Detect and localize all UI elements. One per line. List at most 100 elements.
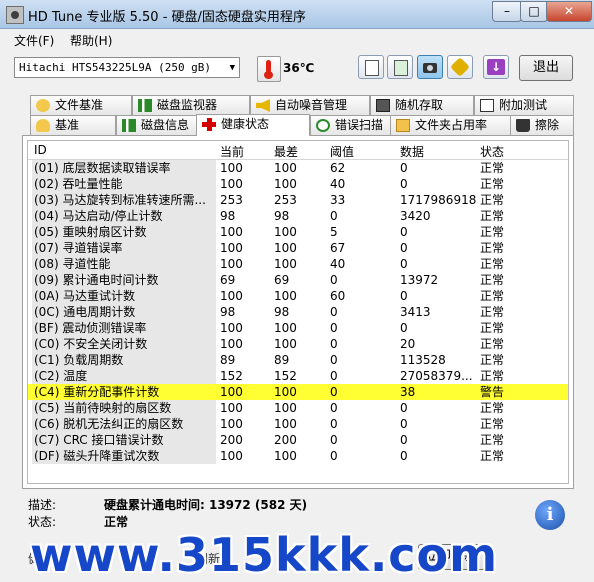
row-current: 100: [220, 337, 243, 351]
save-button[interactable]: ↓: [483, 55, 509, 79]
close-button[interactable]: ✕: [546, 1, 592, 22]
chevron-down-icon: ▼: [229, 63, 235, 73]
row-name: (07) 寻道错误率: [32, 240, 216, 256]
minimize-button[interactable]: –: [492, 1, 522, 22]
tab-health[interactable]: 健康状态: [196, 114, 310, 136]
col-status[interactable]: 状态: [480, 143, 504, 160]
row-name: (0C) 通电周期计数: [32, 304, 216, 320]
maximize-button[interactable]: □: [520, 1, 548, 22]
table-row[interactable]: (C6) 脱机无法纠正的扇区数 100 100 0 0 正常: [28, 416, 568, 432]
row-data: 0: [400, 161, 408, 175]
drive-select[interactable]: Hitachi HTS543225L9A (250 gB) ▼: [14, 57, 240, 78]
table-row[interactable]: (C1) 负载周期数 89 89 0 113528 正常: [28, 352, 568, 368]
row-data: 3413: [400, 305, 431, 319]
table-row[interactable]: (C4) 重新分配事件计数 100 100 0 38 警告: [28, 384, 568, 400]
row-status: 正常: [480, 449, 505, 463]
row-name: (BF) 震动侦测错误率: [32, 320, 216, 336]
row-name: (09) 累计通电时间计数: [32, 272, 216, 288]
row-status: 正常: [480, 369, 505, 383]
row-worst: 100: [274, 161, 297, 175]
row-data: 0: [400, 257, 408, 271]
speaker-icon: [256, 99, 270, 112]
row-threshold: 0: [330, 321, 338, 335]
copy-icon: [365, 60, 379, 76]
tab-extra-tests[interactable]: 附加测试: [474, 95, 574, 115]
menu-help[interactable]: 帮助(H): [70, 32, 112, 49]
options-button[interactable]: [447, 55, 473, 79]
row-name: (DF) 磁头升降重试次数: [32, 448, 216, 464]
table-row[interactable]: (0C) 通电周期计数 98 98 0 3413 正常: [28, 304, 568, 320]
row-threshold: 0: [330, 401, 338, 415]
row-worst: 200: [274, 433, 297, 447]
row-current: 100: [220, 321, 243, 335]
row-worst: 100: [274, 321, 297, 335]
row-worst: 69: [274, 273, 290, 287]
row-name: (C4) 重新分配事件计数: [34, 385, 160, 399]
row-worst: 152: [274, 369, 297, 383]
row-name: (C5) 当前待映射的扇区数: [32, 400, 216, 416]
table-row[interactable]: (0A) 马达重试计数 100 100 60 0 正常: [28, 288, 568, 304]
copy-button[interactable]: [358, 55, 384, 79]
tabs-bottom-row: 基准 磁盘信息 健康状态 错误扫描 文件夹占用率 擦除: [22, 114, 574, 136]
table-row[interactable]: (C2) 温度 152 152 0 27058379... 正常: [28, 368, 568, 384]
row-threshold: 0: [330, 305, 338, 319]
tab-file-benchmark[interactable]: 文件基准: [30, 95, 132, 115]
table-row[interactable]: (DF) 磁头升降重试次数 100 100 0 0 正常: [28, 448, 568, 464]
row-status: 正常: [480, 161, 505, 175]
table-row[interactable]: (07) 寻道错误率 100 100 67 0 正常: [28, 240, 568, 256]
row-name: (02) 吞吐量性能: [32, 176, 216, 192]
table-row[interactable]: (03) 马达旋转到标准转速所需... 253 253 33 17179869184 正常: [28, 192, 568, 208]
tab-benchmark[interactable]: 基准: [30, 115, 116, 135]
menu-file[interactable]: 文件(F): [14, 32, 54, 49]
row-name: (0A) 马达重试计数: [32, 288, 216, 304]
col-id[interactable]: ID: [34, 143, 47, 157]
info-icon[interactable]: i: [535, 500, 565, 530]
row-threshold: 0: [330, 369, 338, 383]
table-row[interactable]: (08) 寻道性能 100 100 40 0 正常: [28, 256, 568, 272]
row-status: 正常: [480, 305, 505, 319]
row-threshold: 40: [330, 257, 346, 271]
health-cross-icon: [202, 118, 216, 131]
row-current: 100: [220, 385, 243, 399]
table-row[interactable]: (09) 累计通电时间计数 69 69 0 13972 正常: [28, 272, 568, 288]
screenshot-button[interactable]: [417, 55, 443, 79]
tab-disk-monitor[interactable]: 磁盘监视器: [132, 95, 250, 115]
row-status: 正常: [480, 257, 505, 271]
table-row[interactable]: (BF) 震动侦测错误率 100 100 0 0 正常: [28, 320, 568, 336]
row-current: 100: [220, 449, 243, 463]
table-row[interactable]: (01) 底层数据读取错误率 100 100 62 0 正常: [28, 160, 568, 176]
smart-table: ID 当前 最差 阈值 数据 状态 (01) 底层数据读取错误率 100 100 62…: [27, 140, 569, 484]
tab-random-access[interactable]: 随机存取: [370, 95, 474, 115]
tab-noise-management[interactable]: 自动噪音管理: [250, 95, 370, 115]
description-value: 硬盘累计通电时间: 13972 (582 天): [104, 498, 308, 512]
col-worst[interactable]: 最差: [274, 143, 298, 160]
row-current: 100: [220, 257, 243, 271]
drive-select-value: Hitachi HTS543225L9A (250 gB): [19, 61, 212, 74]
copy-all-button[interactable]: [387, 55, 413, 79]
row-status: 正常: [480, 353, 505, 367]
table-row[interactable]: (05) 重映射扇区计数 100 100 5 0 正常: [28, 224, 568, 240]
col-current[interactable]: 当前: [220, 143, 244, 160]
table-row[interactable]: (C7) CRC 接口错误计数 200 200 0 0 正常: [28, 432, 568, 448]
table-row[interactable]: (04) 马达启动/停止计数 98 98 0 3420 正常: [28, 208, 568, 224]
table-row[interactable]: (02) 吞吐量性能 100 100 40 0 正常: [28, 176, 568, 192]
tab-folder-usage[interactable]: 文件夹占用率: [390, 115, 512, 135]
row-threshold: 0: [330, 433, 338, 447]
exit-button[interactable]: 退出: [519, 55, 573, 81]
row-threshold: 0: [330, 385, 338, 399]
row-worst: 100: [274, 289, 297, 303]
row-status: 正常: [480, 193, 505, 207]
table-row[interactable]: (C5) 当前待映射的扇区数 100 100 0 0 正常: [28, 400, 568, 416]
col-threshold[interactable]: 阈值: [330, 143, 354, 160]
row-current: 100: [220, 177, 243, 191]
row-current: 89: [220, 353, 236, 367]
row-current: 100: [220, 401, 243, 415]
row-name: (04) 马达启动/停止计数: [32, 208, 216, 224]
row-worst: 89: [274, 353, 290, 367]
col-data[interactable]: 数据: [400, 143, 424, 160]
title-bar[interactable]: HD Tune 专业版 5.50 - 硬盘/固态硬盘实用程序 – □ ✕: [0, 0, 594, 29]
row-name: (C1) 负载周期数: [32, 352, 216, 368]
tab-erase[interactable]: 擦除: [510, 115, 574, 135]
table-row[interactable]: (C0) 不安全关闭计数 100 100 0 20 正常: [28, 336, 568, 352]
row-status: 正常: [480, 241, 505, 255]
